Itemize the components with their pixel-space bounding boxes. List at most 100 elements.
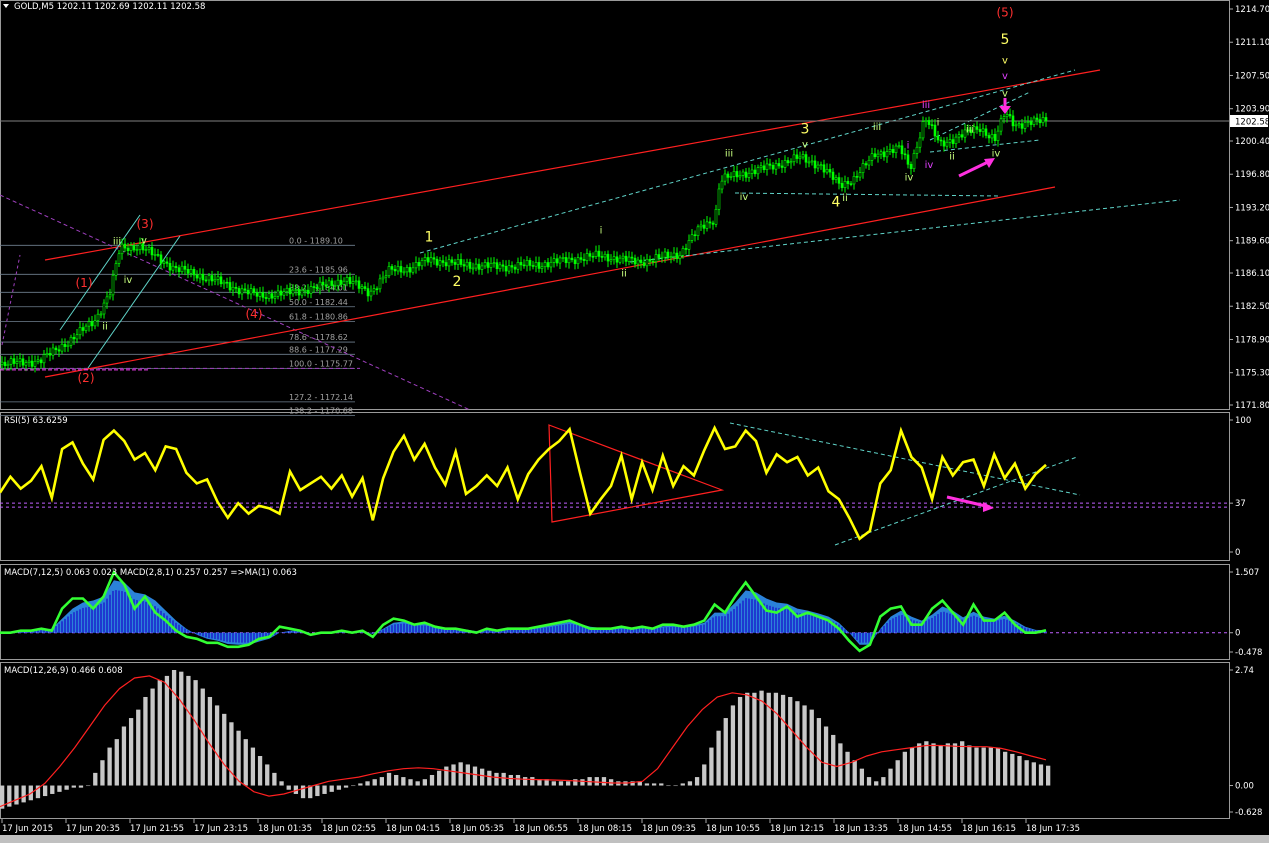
candle-body <box>1005 114 1009 118</box>
wave-label: iii <box>113 236 121 247</box>
candle-body <box>459 259 463 265</box>
candle-body <box>690 234 694 241</box>
candle-body <box>36 359 40 362</box>
candle-body <box>210 275 214 282</box>
candle-body <box>375 288 379 291</box>
wave-label: iv <box>124 275 133 286</box>
candle-body <box>624 255 628 262</box>
candle-body <box>720 180 724 190</box>
candle-body <box>285 287 289 292</box>
macd-histogram-bar <box>580 779 585 786</box>
macd-histogram-bar <box>136 709 141 786</box>
macd-histogram-bar <box>895 760 900 786</box>
candle-body <box>183 265 187 270</box>
candle-body <box>249 288 253 295</box>
candle-body <box>609 259 613 262</box>
candle-body <box>39 359 43 364</box>
candle-body <box>996 130 1000 141</box>
candle-body <box>639 259 643 263</box>
axis-label: 1193.20 <box>1235 203 1269 213</box>
macd-histogram-bar <box>795 701 800 786</box>
candle-body <box>954 136 958 144</box>
wave-label: iii <box>725 149 733 160</box>
time-label: 18 Jun 13:35 <box>834 824 888 834</box>
candle-body <box>573 259 577 265</box>
candle-body <box>78 327 82 336</box>
macd-histogram-bar <box>365 781 370 786</box>
candle-body <box>759 165 763 168</box>
candle-body <box>738 175 742 178</box>
macd-histogram-bar <box>702 764 707 786</box>
macd-histogram-bar <box>236 730 241 786</box>
candle-body <box>750 169 754 174</box>
candle-body <box>864 163 868 166</box>
candle-body <box>960 134 964 138</box>
macd-histogram-bar <box>938 745 943 786</box>
candle-body <box>165 261 169 264</box>
axis-label: -0.628 <box>1235 808 1262 818</box>
candle-body <box>522 264 526 267</box>
axis-label: 1178.90 <box>1235 335 1269 345</box>
candle-body <box>492 262 496 264</box>
wave-label: (2) <box>78 371 95 385</box>
candle-body <box>567 257 571 264</box>
candle-body <box>153 254 157 256</box>
candle-body <box>540 266 544 269</box>
candle-body <box>42 354 46 364</box>
candle-body <box>234 286 238 289</box>
candle-body <box>393 269 397 272</box>
macd-histogram-bar <box>286 785 291 790</box>
candle-body <box>99 313 103 316</box>
wave-label: ii <box>949 151 955 162</box>
candle-body <box>231 286 235 291</box>
candle-body <box>552 258 556 263</box>
candle-body <box>591 256 595 258</box>
candle-body <box>627 256 631 262</box>
candle-body <box>648 258 652 262</box>
macd-histogram-bar <box>651 783 657 786</box>
wave-label: iv <box>905 173 914 184</box>
macd-histogram-bar <box>752 692 757 786</box>
macd-histogram-bar <box>93 772 98 786</box>
macd-histogram-bar <box>57 785 62 792</box>
candle-body <box>111 274 115 296</box>
time-label: 17 Jun 2015 <box>2 824 53 834</box>
macd-histogram-bar <box>379 777 385 786</box>
macd-histogram-bar <box>351 785 356 787</box>
candle-body <box>990 134 994 139</box>
wave-label: v <box>1002 71 1008 82</box>
candle-body <box>282 291 286 296</box>
macd-histogram-bar <box>659 783 664 786</box>
candle-body <box>1020 123 1024 129</box>
macd-histogram-bar <box>444 766 449 786</box>
candle-body <box>504 265 508 272</box>
axis-label: 1189.60 <box>1235 237 1269 247</box>
candle-body <box>318 281 322 290</box>
macd-histogram-bar <box>386 772 392 786</box>
candle-body <box>855 176 859 178</box>
candle-body <box>312 286 316 288</box>
axis-label: 100 <box>1235 416 1251 426</box>
macd-histogram-bar <box>565 781 571 786</box>
candle-body <box>240 288 244 295</box>
macd-histogram-bar <box>995 747 1001 786</box>
bottom-tab-bar[interactable] <box>0 835 1269 843</box>
candle-body <box>828 169 832 173</box>
macd-histogram-bar <box>551 781 556 786</box>
candle-body <box>501 264 505 267</box>
candle-body <box>645 258 649 267</box>
macd-histogram-bar <box>222 713 227 786</box>
candle-body <box>687 240 691 250</box>
candle-body <box>84 325 88 331</box>
candle-body <box>819 164 823 167</box>
candle-body <box>324 284 328 287</box>
candle-body <box>372 288 376 292</box>
macd-histogram-bar <box>480 768 485 786</box>
candle-body <box>486 262 490 268</box>
candle-body <box>897 145 901 148</box>
wave-label: iii <box>873 122 881 133</box>
candle-body <box>630 256 634 259</box>
wave-label: i <box>907 140 910 151</box>
axis-label: 1171.80 <box>1235 401 1269 411</box>
trading-chart[interactable]: 0.0 - 1189.1023.6 - 1185.9638.2 - 1184.0… <box>0 0 1269 843</box>
